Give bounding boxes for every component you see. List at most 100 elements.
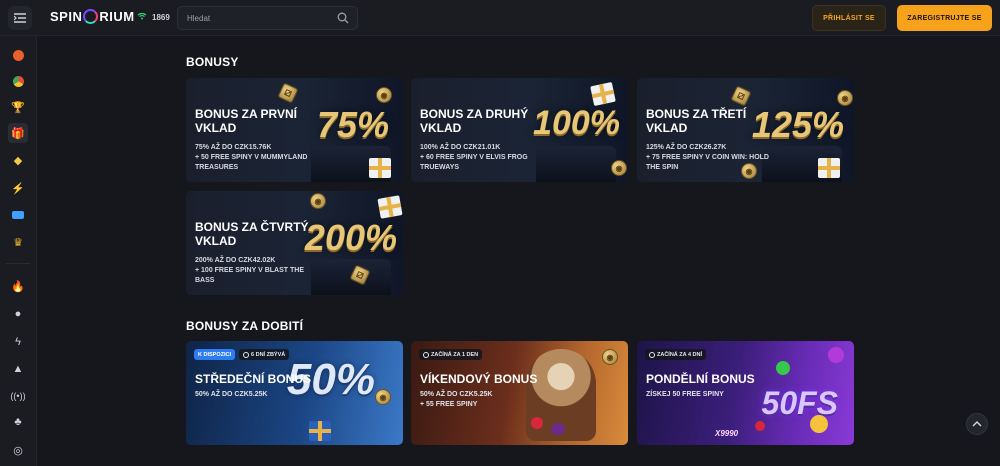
- reload-card-monday[interactable]: 50FS X9990 ZAČÍNÁ ZA 4 DNÍ PONDĚLNÍ BONU…: [637, 341, 854, 445]
- plum-icon: [828, 347, 844, 363]
- clock-icon: [649, 351, 655, 358]
- clock-icon: [243, 351, 250, 358]
- triangle-icon[interactable]: ▲: [8, 359, 28, 379]
- bonus-card-second-deposit[interactable]: 100% ◉ BONUS ZA DRUHÝ VKLAD 100% AŽ DO C…: [411, 78, 628, 182]
- bonus-card-amount: 100% AŽ DO CZK21.01K: [420, 144, 501, 151]
- login-button[interactable]: PŘIHLÁSIT SE: [812, 5, 886, 31]
- bonus-card-spins: + 100 FREE SPINY V BLAST THE BASS: [195, 267, 304, 284]
- bonus-card-third-deposit[interactable]: 125% ◉ ⚂ ◉ BONUS ZA TŘETÍ VKLAD 125% AŽ …: [637, 78, 854, 182]
- search-box: [177, 6, 358, 30]
- bonus-card-spins: + 50 FREE SPINY V MUMMYLAND TREASURES: [195, 154, 308, 171]
- reload-card-title: PONDĚLNÍ BONUS: [646, 372, 755, 386]
- reload-badges: ZAČÍNÁ ZA 4 DNÍ: [645, 349, 707, 360]
- reload-card-amount: 50% AŽ DO CZK5.25K: [420, 391, 493, 398]
- chat-icon[interactable]: ●: [8, 304, 28, 324]
- gift-icon: [309, 421, 331, 441]
- gift-icon: [590, 81, 616, 107]
- free-spins-art-graphic: 50FS: [761, 385, 838, 421]
- top-bar: SPIN RIUM 1869 PŘIHLÁSIT SE ZAREGISTRUJT…: [0, 0, 1000, 36]
- lightning-icon[interactable]: ⚡: [8, 178, 28, 198]
- cherry-icon: [755, 421, 765, 431]
- crown-icon[interactable]: ♛: [8, 232, 28, 252]
- reload-card-amount: ZÍSKEJ 50 FREE SPINY: [646, 391, 724, 398]
- search-input[interactable]: [178, 7, 333, 29]
- bonus-percent-graphic: 75%: [316, 104, 389, 145]
- reload-card-amount: 50% AŽ DO CZK5.25K: [195, 391, 268, 398]
- grapes-icon: [551, 423, 565, 435]
- bonus-card-title: BONUS ZA TŘETÍ VKLAD: [646, 107, 747, 135]
- bonus-card-title: BONUS ZA PRVNÍ VKLAD: [195, 107, 298, 135]
- gift-icon: [369, 158, 391, 178]
- fire-icon[interactable]: 🔥: [8, 276, 28, 296]
- coin-icon: ◉: [602, 349, 618, 365]
- menu-toggle-button[interactable]: [8, 6, 32, 30]
- bonus-card-amount: 200% AŽ DO CZK42.02K: [195, 257, 276, 264]
- bonus-percent-graphic: 200%: [304, 217, 397, 258]
- cherries-icon[interactable]: ♣: [8, 412, 28, 432]
- online-count: 1869: [152, 12, 170, 22]
- gift-icon[interactable]: 🎁: [8, 123, 28, 143]
- main-content: BONUSY 75% ◉ ⚂ BONUS ZA PRVNÍ VKLAD 75% …: [37, 36, 1000, 466]
- gift-icon: [377, 195, 403, 219]
- sidebar-divider: [6, 263, 30, 264]
- time-remaining-badge: ZAČÍNÁ ZA 1 DEN: [419, 349, 483, 360]
- reload-badges: ZAČÍNÁ ZA 1 DEN: [419, 349, 483, 360]
- bonus-card-title: BONUS ZA DRUHÝ VKLAD: [420, 107, 529, 135]
- logo-text-right: RIUM: [99, 9, 135, 24]
- basketball-icon[interactable]: [8, 45, 28, 65]
- coin-icon: ◉: [376, 87, 392, 103]
- time-remaining-text: ZAČÍNÁ ZA 1 DEN: [431, 351, 479, 358]
- coin-icon: ◉: [837, 90, 853, 106]
- reload-card-weekend[interactable]: ◉ ZAČÍNÁ ZA 1 DEN VÍKENDOVÝ BONUS 50% AŽ…: [411, 341, 628, 445]
- bonus-card-amount: 125% AŽ DO CZK26.27K: [646, 144, 727, 151]
- chrome-icon[interactable]: [8, 71, 28, 91]
- reload-card-title: STŘEDEČNÍ BONUS: [195, 372, 312, 386]
- card-icon[interactable]: [8, 205, 28, 225]
- bonus-percent-graphic: 100%: [533, 104, 620, 142]
- bonus-card-title: BONUS ZA ČTVRTÝ VKLAD: [195, 220, 309, 248]
- logo-text-left: SPIN: [50, 9, 83, 24]
- trophy-icon[interactable]: 🏆: [8, 97, 28, 117]
- sidebar: 🏆 🎁 ◆ ⚡ ♛ 🔥 ● ϟ ▲ ((•)) ♣ ◎: [0, 36, 37, 466]
- dice-icon: ⚂: [730, 85, 752, 107]
- menu-icon: [14, 13, 26, 23]
- time-remaining-badge: ZAČÍNÁ ZA 4 DNÍ: [645, 349, 707, 360]
- reload-bonuses-section-title: BONUSY ZA DOBITÍ: [186, 319, 304, 333]
- time-remaining-text: ZAČÍNÁ ZA 4 DNÍ: [657, 351, 703, 358]
- wifi-icon: [137, 12, 147, 22]
- globe-icon[interactable]: ◎: [8, 440, 28, 460]
- reload-badges: K DISPOZICI 6 DNÍ ZBÝVÁ: [194, 349, 290, 360]
- chevron-up-icon: [972, 420, 982, 427]
- gift-icon: [818, 158, 840, 178]
- logo[interactable]: SPIN RIUM: [50, 9, 135, 24]
- coin-icon: ◉: [375, 389, 391, 405]
- coin-icon: ◉: [310, 193, 326, 209]
- online-counter: 1869: [137, 12, 170, 22]
- multiplier-art-text: X9990: [715, 429, 739, 438]
- bonus-card-spins: + 75 FREE SPINY V COIN WIN: HOLD THE SPI…: [646, 154, 769, 171]
- time-remaining-text: 6 DNÍ ZBÝVÁ: [251, 351, 286, 358]
- reload-card-spins: + 55 FREE SPINY: [420, 401, 478, 408]
- clock-icon: [423, 351, 429, 358]
- apple-icon: [531, 417, 543, 429]
- bonus-card-fourth-deposit[interactable]: 200% ◉ ⚂ BONUS ZA ČTVRTÝ VKLAD 200% AŽ D…: [186, 191, 403, 295]
- fruit-icon: [776, 361, 790, 375]
- search-icon[interactable]: [337, 12, 349, 24]
- register-button[interactable]: ZAREGISTRUJTE SE: [897, 5, 992, 31]
- coin-icon: ◉: [611, 160, 627, 176]
- broadcast-icon[interactable]: ((•)): [8, 386, 28, 406]
- logo-orb-icon: [83, 9, 99, 24]
- bonuses-section-title: BONUSY: [186, 55, 239, 69]
- lemon-icon: [810, 415, 828, 433]
- reload-card-wednesday[interactable]: 50% ◉ K DISPOZICI 6 DNÍ ZBÝVÁ STŘEDEČNÍ …: [186, 341, 403, 445]
- diamond-icon[interactable]: ◆: [8, 150, 28, 170]
- bonus-card-amount: 75% AŽ DO CZK15.76K: [195, 144, 272, 151]
- bonus-card-spins: + 60 FREE SPINY V ELVIS FROG TRUEWAYS: [420, 154, 528, 171]
- bonus-card-first-deposit[interactable]: 75% ◉ ⚂ BONUS ZA PRVNÍ VKLAD 75% AŽ DO C…: [186, 78, 403, 182]
- reload-card-title: VÍKENDOVÝ BONUS: [420, 372, 538, 386]
- time-remaining-badge: 6 DNÍ ZBÝVÁ: [239, 349, 290, 360]
- available-badge: K DISPOZICI: [194, 349, 236, 360]
- bolt-icon[interactable]: ϟ: [8, 332, 28, 352]
- dice-icon: ⚂: [277, 82, 299, 104]
- scroll-to-top-button[interactable]: [966, 413, 988, 435]
